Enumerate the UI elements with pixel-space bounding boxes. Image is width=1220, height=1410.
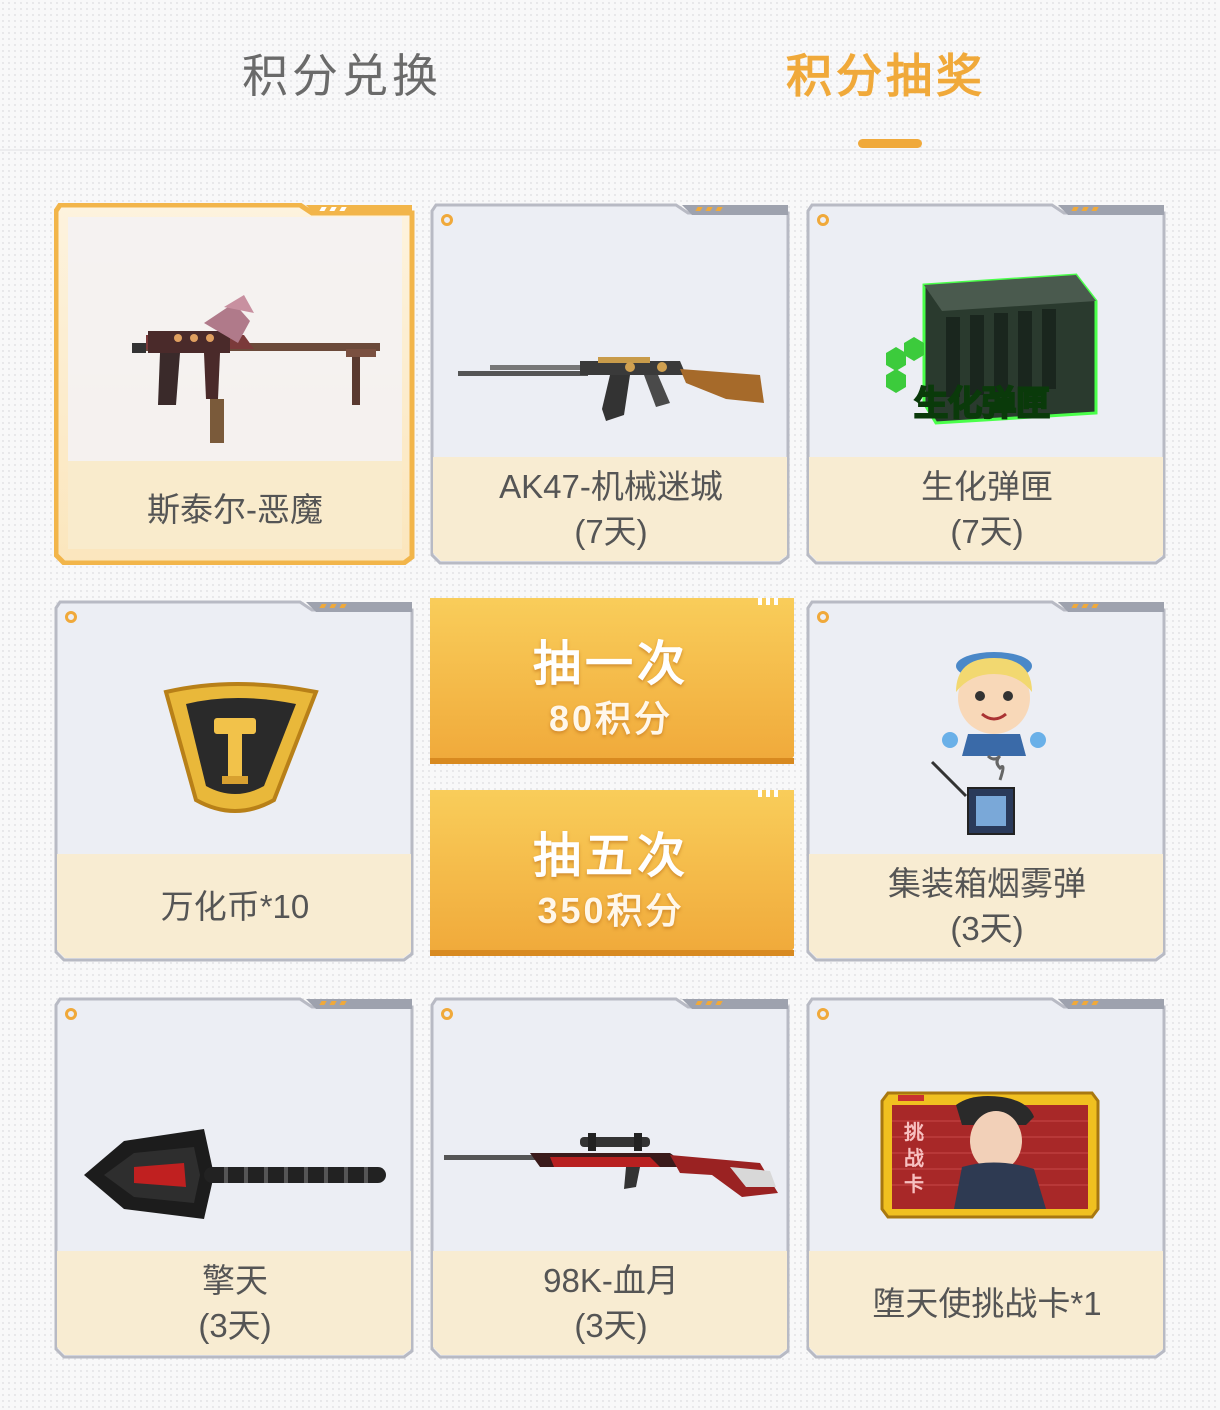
- prize-card[interactable]: 万化币*10: [54, 600, 416, 962]
- draw-once-cost: 80积分: [548, 698, 674, 739]
- prize-name: AK47-机械迷城: [499, 468, 723, 505]
- prize-card[interactable]: 斯泰尔-恶魔: [54, 203, 416, 565]
- prize-card[interactable]: 挑 战 卡 堕天使挑战卡*1: [806, 997, 1168, 1359]
- challenge-card-text-char: 卡: [904, 1172, 924, 1196]
- prize-label: AK47-机械迷城 (7天): [430, 457, 792, 561]
- prize-card[interactable]: 生化弹匣 生化弹匣 (7天): [806, 203, 1168, 565]
- draw-five-cost: 350积分: [537, 890, 685, 931]
- prize-card[interactable]: AK47-机械迷城 (7天): [430, 203, 792, 565]
- draw-once-button[interactable]: 抽一次 80积分: [428, 596, 794, 768]
- prize-name: 擎天: [202, 1262, 268, 1299]
- challenge-card-text-char: 挑: [904, 1120, 924, 1144]
- prize-name: 斯泰尔-恶魔: [147, 490, 323, 528]
- ammo-box-logo-text: 生化弹匣: [914, 384, 1050, 424]
- prize-label: 擎天 (3天): [54, 1251, 416, 1355]
- coin-badge-icon: [163, 682, 319, 813]
- melee-weapon-icon: [84, 1129, 386, 1219]
- prize-name: 万化币*10: [160, 887, 310, 925]
- prize-grid: 斯泰尔-恶魔 AK47-机械迷城 (7天) 生化弹匣 生化弹匣 (7天) 万化币…: [0, 0, 1220, 1410]
- prize-name: 98K-血月: [543, 1262, 679, 1299]
- prize-label: 集装箱烟雾弹 (3天): [806, 854, 1168, 958]
- prize-name: 堕天使挑战卡*1: [872, 1284, 1102, 1322]
- draw-five-button[interactable]: 抽五次 350积分: [428, 788, 794, 960]
- prize-label: 98K-血月 (3天): [430, 1251, 792, 1355]
- challenge-card-icon: 挑 战 卡: [880, 1091, 1100, 1219]
- prize-label: 斯泰尔-恶魔: [54, 457, 416, 561]
- prize-label: 堕天使挑战卡*1: [806, 1251, 1168, 1355]
- draw-five-title: 抽五次: [532, 830, 689, 883]
- smg-icon: [132, 295, 380, 443]
- rifle-icon: [458, 357, 764, 421]
- sniper-rifle-icon: [444, 1133, 778, 1197]
- prize-label: 万化币*10: [54, 854, 416, 958]
- prize-duration: (3天): [198, 1307, 272, 1344]
- character-grenade-icon: [930, 652, 1046, 835]
- prize-label: 生化弹匣 (7天): [806, 457, 1168, 561]
- prize-card[interactable]: 擎天 (3天): [54, 997, 416, 1359]
- prize-card[interactable]: 98K-血月 (3天): [430, 997, 792, 1359]
- prize-name: 生化弹匣: [921, 468, 1053, 505]
- prize-duration: (7天): [574, 513, 648, 550]
- draw-once-title: 抽一次: [532, 638, 689, 691]
- ammo-box-icon: 生化弹匣: [886, 273, 1098, 425]
- challenge-card-text-char: 战: [904, 1146, 924, 1170]
- prize-name: 集装箱烟雾弹: [888, 865, 1086, 902]
- prize-card[interactable]: 集装箱烟雾弹 (3天): [806, 600, 1168, 962]
- prize-duration: (3天): [574, 1307, 648, 1344]
- prize-duration: (3天): [950, 910, 1024, 947]
- prize-duration: (7天): [950, 513, 1024, 550]
